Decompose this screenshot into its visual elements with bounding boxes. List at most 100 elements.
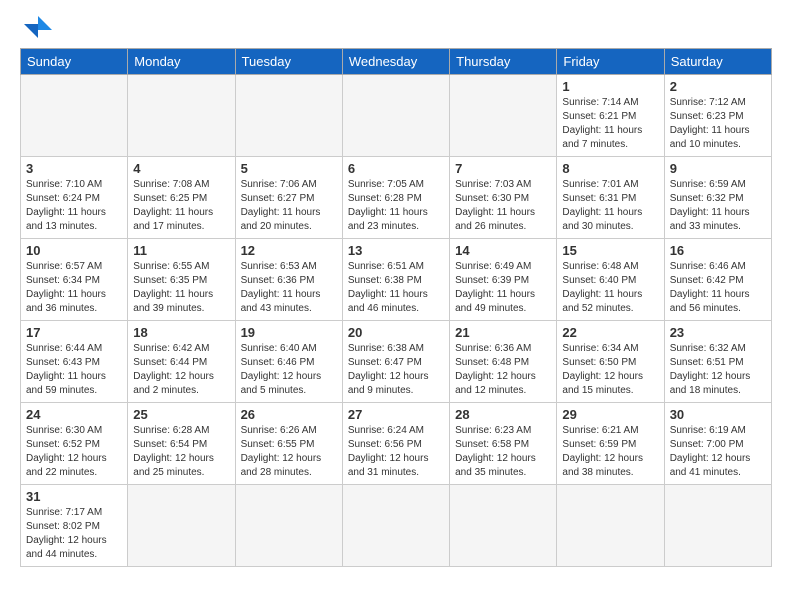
day-info: Sunrise: 7:10 AM Sunset: 6:24 PM Dayligh…: [26, 178, 122, 234]
day-number: 3: [26, 161, 122, 176]
calendar-cell: [235, 485, 342, 567]
day-info: Sunrise: 7:01 AM Sunset: 6:31 PM Dayligh…: [562, 178, 658, 234]
day-number: 4: [133, 161, 229, 176]
day-number: 11: [133, 243, 229, 258]
day-number: 30: [670, 407, 766, 422]
day-number: 14: [455, 243, 551, 258]
day-number: 5: [241, 161, 337, 176]
day-number: 7: [455, 161, 551, 176]
day-info: Sunrise: 7:08 AM Sunset: 6:25 PM Dayligh…: [133, 178, 229, 234]
calendar-cell: 12 Sunrise: 6:53 AM Sunset: 6:36 PM Dayli…: [235, 239, 342, 321]
calendar-cell: 27 Sunrise: 6:24 AM Sunset: 6:56 PM Dayli…: [342, 403, 449, 485]
calendar-cell: 28Sunrise: 6:23 AM Sunset: 6:58 PM Dayli…: [450, 403, 557, 485]
calendar-cell: 30 Sunrise: 6:19 AM Sunset: 7:00 PM Dayli…: [664, 403, 771, 485]
day-info: Sunrise: 7:06 AM Sunset: 6:27 PM Dayligh…: [241, 178, 337, 234]
day-number: 20: [348, 325, 444, 340]
day-info: Sunrise: 7:17 AM Sunset: 8:02 PM Dayligh…: [26, 506, 122, 562]
calendar-cell: [21, 75, 128, 157]
day-info: Sunrise: 6:30 AM Sunset: 6:52 PM Dayligh…: [26, 424, 122, 480]
calendar-week-2: 3 Sunrise: 7:10 AM Sunset: 6:24 PM Daylig…: [21, 157, 772, 239]
day-info: Sunrise: 6:26 AM Sunset: 6:55 PM Dayligh…: [241, 424, 337, 480]
day-info: Sunrise: 6:24 AM Sunset: 6:56 PM Dayligh…: [348, 424, 444, 480]
calendar-week-5: 24 Sunrise: 6:30 AM Sunset: 6:52 PM Dayli…: [21, 403, 772, 485]
day-info: Sunrise: 6:48 AM Sunset: 6:40 PM Dayligh…: [562, 260, 658, 316]
day-info: Sunrise: 7:14 AM Sunset: 6:21 PM Dayligh…: [562, 96, 658, 152]
calendar-cell: 31 Sunrise: 7:17 AM Sunset: 8:02 PM Dayli…: [21, 485, 128, 567]
calendar: SundayMondayTuesdayWednesdayThursdayFrid…: [20, 48, 772, 567]
calendar-cell: [235, 75, 342, 157]
calendar-cell: 26 Sunrise: 6:26 AM Sunset: 6:55 PM Dayli…: [235, 403, 342, 485]
calendar-cell: 9 Sunrise: 6:59 AM Sunset: 6:32 PM Daylig…: [664, 157, 771, 239]
weekday-header-saturday: Saturday: [664, 49, 771, 75]
day-number: 15: [562, 243, 658, 258]
day-info: Sunrise: 6:38 AM Sunset: 6:47 PM Dayligh…: [348, 342, 444, 398]
calendar-week-3: 10Sunrise: 6:57 AM Sunset: 6:34 PM Dayli…: [21, 239, 772, 321]
day-info: Sunrise: 6:44 AM Sunset: 6:43 PM Dayligh…: [26, 342, 122, 398]
calendar-week-6: 31 Sunrise: 7:17 AM Sunset: 8:02 PM Dayli…: [21, 485, 772, 567]
calendar-cell: [450, 75, 557, 157]
day-info: Sunrise: 6:40 AM Sunset: 6:46 PM Dayligh…: [241, 342, 337, 398]
calendar-cell: [128, 485, 235, 567]
weekday-header-wednesday: Wednesday: [342, 49, 449, 75]
day-number: 12: [241, 243, 337, 258]
calendar-cell: [342, 75, 449, 157]
day-number: 29: [562, 407, 658, 422]
day-number: 24: [26, 407, 122, 422]
day-number: 28: [455, 407, 551, 422]
calendar-cell: [342, 485, 449, 567]
logo: [20, 16, 52, 38]
weekday-header-thursday: Thursday: [450, 49, 557, 75]
weekday-header-row: SundayMondayTuesdayWednesdayThursdayFrid…: [21, 49, 772, 75]
logo-icon: [24, 16, 52, 38]
calendar-cell: 19Sunrise: 6:40 AM Sunset: 6:46 PM Dayli…: [235, 321, 342, 403]
calendar-cell: [664, 485, 771, 567]
calendar-cell: 20 Sunrise: 6:38 AM Sunset: 6:47 PM Dayli…: [342, 321, 449, 403]
calendar-cell: [450, 485, 557, 567]
calendar-week-4: 17 Sunrise: 6:44 AM Sunset: 6:43 PM Dayli…: [21, 321, 772, 403]
day-info: Sunrise: 7:03 AM Sunset: 6:30 PM Dayligh…: [455, 178, 551, 234]
calendar-cell: 10Sunrise: 6:57 AM Sunset: 6:34 PM Dayli…: [21, 239, 128, 321]
day-info: Sunrise: 6:42 AM Sunset: 6:44 PM Dayligh…: [133, 342, 229, 398]
day-number: 27: [348, 407, 444, 422]
day-info: Sunrise: 6:19 AM Sunset: 7:00 PM Dayligh…: [670, 424, 766, 480]
day-info: Sunrise: 6:46 AM Sunset: 6:42 PM Dayligh…: [670, 260, 766, 316]
day-number: 6: [348, 161, 444, 176]
day-number: 2: [670, 79, 766, 94]
day-number: 17: [26, 325, 122, 340]
calendar-cell: 8Sunrise: 7:01 AM Sunset: 6:31 PM Daylig…: [557, 157, 664, 239]
calendar-cell: 16 Sunrise: 6:46 AM Sunset: 6:42 PM Dayli…: [664, 239, 771, 321]
day-number: 31: [26, 489, 122, 504]
calendar-cell: 11Sunrise: 6:55 AM Sunset: 6:35 PM Dayli…: [128, 239, 235, 321]
day-number: 9: [670, 161, 766, 176]
day-number: 26: [241, 407, 337, 422]
day-info: Sunrise: 7:12 AM Sunset: 6:23 PM Dayligh…: [670, 96, 766, 152]
day-info: Sunrise: 6:59 AM Sunset: 6:32 PM Dayligh…: [670, 178, 766, 234]
day-number: 13: [348, 243, 444, 258]
calendar-cell: 6 Sunrise: 7:05 AM Sunset: 6:28 PM Daylig…: [342, 157, 449, 239]
calendar-cell: [128, 75, 235, 157]
day-info: Sunrise: 6:49 AM Sunset: 6:39 PM Dayligh…: [455, 260, 551, 316]
calendar-cell: 21Sunrise: 6:36 AM Sunset: 6:48 PM Dayli…: [450, 321, 557, 403]
weekday-header-tuesday: Tuesday: [235, 49, 342, 75]
calendar-cell: 25Sunrise: 6:28 AM Sunset: 6:54 PM Dayli…: [128, 403, 235, 485]
day-info: Sunrise: 7:05 AM Sunset: 6:28 PM Dayligh…: [348, 178, 444, 234]
header: [20, 16, 772, 38]
calendar-cell: 5 Sunrise: 7:06 AM Sunset: 6:27 PM Daylig…: [235, 157, 342, 239]
day-info: Sunrise: 6:51 AM Sunset: 6:38 PM Dayligh…: [348, 260, 444, 316]
calendar-cell: 15 Sunrise: 6:48 AM Sunset: 6:40 PM Dayli…: [557, 239, 664, 321]
day-number: 18: [133, 325, 229, 340]
calendar-cell: 23Sunrise: 6:32 AM Sunset: 6:51 PM Dayli…: [664, 321, 771, 403]
calendar-cell: 24 Sunrise: 6:30 AM Sunset: 6:52 PM Dayli…: [21, 403, 128, 485]
calendar-cell: 4 Sunrise: 7:08 AM Sunset: 6:25 PM Daylig…: [128, 157, 235, 239]
day-number: 21: [455, 325, 551, 340]
day-info: Sunrise: 6:53 AM Sunset: 6:36 PM Dayligh…: [241, 260, 337, 316]
day-number: 1: [562, 79, 658, 94]
page: SundayMondayTuesdayWednesdayThursdayFrid…: [0, 0, 792, 612]
day-number: 22: [562, 325, 658, 340]
calendar-cell: 29Sunrise: 6:21 AM Sunset: 6:59 PM Dayli…: [557, 403, 664, 485]
calendar-week-1: 1 Sunrise: 7:14 AM Sunset: 6:21 PM Daylig…: [21, 75, 772, 157]
day-number: 16: [670, 243, 766, 258]
calendar-cell: 7 Sunrise: 7:03 AM Sunset: 6:30 PM Daylig…: [450, 157, 557, 239]
day-number: 23: [670, 325, 766, 340]
day-number: 10: [26, 243, 122, 258]
